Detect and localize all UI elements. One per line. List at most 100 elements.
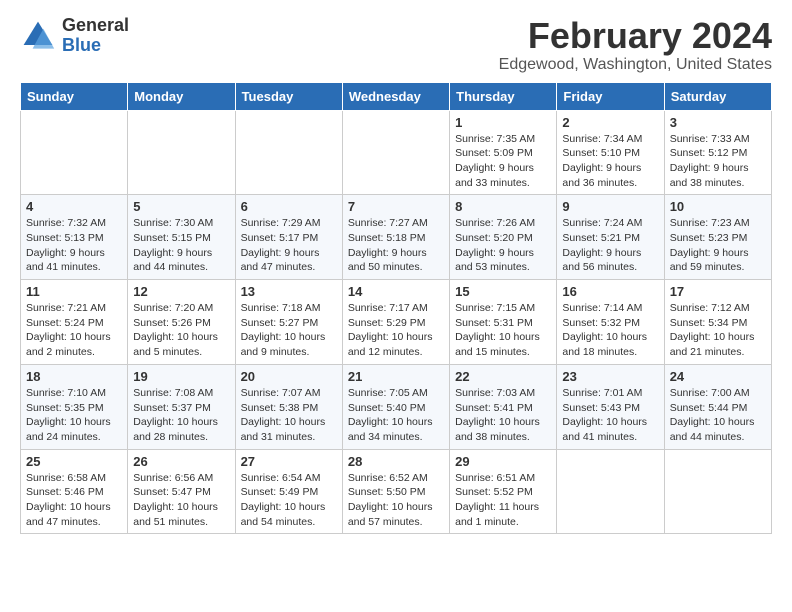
calendar-table: SundayMondayTuesdayWednesdayThursdayFrid… (20, 82, 772, 535)
calendar-cell: 29 Sunrise: 6:51 AM Sunset: 5:52 PM Dayli… (450, 449, 557, 534)
day-info: Sunrise: 7:14 AM Sunset: 5:32 PM Dayligh… (562, 301, 658, 360)
day-info: Sunrise: 6:51 AM Sunset: 5:52 PM Dayligh… (455, 471, 551, 530)
day-info: Sunrise: 6:58 AM Sunset: 5:46 PM Dayligh… (26, 471, 122, 530)
day-info: Sunrise: 7:12 AM Sunset: 5:34 PM Dayligh… (670, 301, 766, 360)
calendar-cell: 2 Sunrise: 7:34 AM Sunset: 5:10 PM Daylig… (557, 110, 664, 195)
day-info: Sunrise: 7:30 AM Sunset: 5:15 PM Dayligh… (133, 216, 229, 275)
day-number: 24 (670, 369, 766, 384)
day-number: 7 (348, 199, 444, 214)
day-of-week-header: Thursday (450, 82, 557, 110)
day-number: 21 (348, 369, 444, 384)
calendar-cell: 23 Sunrise: 7:01 AM Sunset: 5:43 PM Dayli… (557, 364, 664, 449)
calendar-cell: 10Sunrise: 7:23 AM Sunset: 5:23 PM Dayli… (664, 195, 771, 280)
calendar-cell: 27Sunrise: 6:54 AM Sunset: 5:49 PM Dayli… (235, 449, 342, 534)
day-number: 20 (241, 369, 337, 384)
day-number: 25 (26, 454, 122, 469)
day-number: 14 (348, 284, 444, 299)
day-number: 4 (26, 199, 122, 214)
day-number: 29 (455, 454, 551, 469)
day-number: 9 (562, 199, 658, 214)
day-info: Sunrise: 6:52 AM Sunset: 5:50 PM Dayligh… (348, 471, 444, 530)
page-header: General Blue February 2024 Edgewood, Was… (20, 16, 772, 74)
day-number: 13 (241, 284, 337, 299)
calendar-cell: 20 Sunrise: 7:07 AM Sunset: 5:38 PM Dayli… (235, 364, 342, 449)
day-info: Sunrise: 7:27 AM Sunset: 5:18 PM Dayligh… (348, 216, 444, 275)
calendar-cell: 3 Sunrise: 7:33 AM Sunset: 5:12 PM Daylig… (664, 110, 771, 195)
calendar-week-row: 18 Sunrise: 7:10 AM Sunset: 5:35 PM Dayli… (21, 364, 772, 449)
day-info: Sunrise: 7:15 AM Sunset: 5:31 PM Dayligh… (455, 301, 551, 360)
day-info: Sunrise: 7:21 AM Sunset: 5:24 PM Dayligh… (26, 301, 122, 360)
day-number: 10 (670, 199, 766, 214)
calendar-week-row: 11 Sunrise: 7:21 AM Sunset: 5:24 PM Dayli… (21, 280, 772, 365)
logo-general-text: General (62, 15, 129, 35)
day-info: Sunrise: 7:35 AM Sunset: 5:09 PM Dayligh… (455, 132, 551, 191)
calendar-cell: 17 Sunrise: 7:12 AM Sunset: 5:34 PM Dayli… (664, 280, 771, 365)
day-number: 23 (562, 369, 658, 384)
day-number: 22 (455, 369, 551, 384)
day-info: Sunrise: 7:07 AM Sunset: 5:38 PM Dayligh… (241, 386, 337, 445)
month-year-title: February 2024 (499, 16, 772, 56)
calendar-cell: 9 Sunrise: 7:24 AM Sunset: 5:21 PM Daylig… (557, 195, 664, 280)
calendar-body: 1 Sunrise: 7:35 AM Sunset: 5:09 PM Daylig… (21, 110, 772, 534)
calendar-week-row: 1 Sunrise: 7:35 AM Sunset: 5:09 PM Daylig… (21, 110, 772, 195)
day-number: 3 (670, 115, 766, 130)
day-number: 17 (670, 284, 766, 299)
day-number: 6 (241, 199, 337, 214)
calendar-cell: 1 Sunrise: 7:35 AM Sunset: 5:09 PM Daylig… (450, 110, 557, 195)
calendar-cell: 24 Sunrise: 7:00 AM Sunset: 5:44 PM Dayli… (664, 364, 771, 449)
day-of-week-header: Monday (128, 82, 235, 110)
calendar-week-row: 25 Sunrise: 6:58 AM Sunset: 5:46 PM Dayli… (21, 449, 772, 534)
calendar-cell: 14Sunrise: 7:17 AM Sunset: 5:29 PM Dayli… (342, 280, 449, 365)
calendar-cell: 15Sunrise: 7:15 AM Sunset: 5:31 PM Dayli… (450, 280, 557, 365)
day-info: Sunrise: 7:33 AM Sunset: 5:12 PM Dayligh… (670, 132, 766, 191)
day-number: 27 (241, 454, 337, 469)
calendar-cell (21, 110, 128, 195)
day-info: Sunrise: 6:56 AM Sunset: 5:47 PM Dayligh… (133, 471, 229, 530)
calendar-cell: 25 Sunrise: 6:58 AM Sunset: 5:46 PM Dayli… (21, 449, 128, 534)
calendar-cell (664, 449, 771, 534)
calendar-cell: 7 Sunrise: 7:27 AM Sunset: 5:18 PM Daylig… (342, 195, 449, 280)
calendar-cell: 5 Sunrise: 7:30 AM Sunset: 5:15 PM Daylig… (128, 195, 235, 280)
day-info: Sunrise: 7:01 AM Sunset: 5:43 PM Dayligh… (562, 386, 658, 445)
calendar-cell: 8 Sunrise: 7:26 AM Sunset: 5:20 PM Daylig… (450, 195, 557, 280)
day-number: 1 (455, 115, 551, 130)
day-number: 28 (348, 454, 444, 469)
calendar-cell: 16Sunrise: 7:14 AM Sunset: 5:32 PM Dayli… (557, 280, 664, 365)
title-block: February 2024 Edgewood, Washington, Unit… (499, 16, 772, 74)
day-info: Sunrise: 7:34 AM Sunset: 5:10 PM Dayligh… (562, 132, 658, 191)
day-number: 2 (562, 115, 658, 130)
calendar-cell: 18 Sunrise: 7:10 AM Sunset: 5:35 PM Dayli… (21, 364, 128, 449)
day-info: Sunrise: 7:24 AM Sunset: 5:21 PM Dayligh… (562, 216, 658, 275)
logo-icon (20, 18, 56, 54)
calendar-cell: 22 Sunrise: 7:03 AM Sunset: 5:41 PM Dayli… (450, 364, 557, 449)
day-number: 18 (26, 369, 122, 384)
calendar-cell: 13 Sunrise: 7:18 AM Sunset: 5:27 PM Dayli… (235, 280, 342, 365)
calendar-cell (557, 449, 664, 534)
day-info: Sunrise: 7:03 AM Sunset: 5:41 PM Dayligh… (455, 386, 551, 445)
day-number: 19 (133, 369, 229, 384)
day-info: Sunrise: 7:10 AM Sunset: 5:35 PM Dayligh… (26, 386, 122, 445)
logo: General Blue (20, 16, 129, 56)
day-info: Sunrise: 7:20 AM Sunset: 5:26 PM Dayligh… (133, 301, 229, 360)
calendar-cell: 12Sunrise: 7:20 AM Sunset: 5:26 PM Dayli… (128, 280, 235, 365)
days-of-week-row: SundayMondayTuesdayWednesdayThursdayFrid… (21, 82, 772, 110)
day-info: Sunrise: 7:26 AM Sunset: 5:20 PM Dayligh… (455, 216, 551, 275)
day-number: 5 (133, 199, 229, 214)
calendar-cell: 4Sunrise: 7:32 AM Sunset: 5:13 PM Daylig… (21, 195, 128, 280)
day-info: Sunrise: 7:18 AM Sunset: 5:27 PM Dayligh… (241, 301, 337, 360)
calendar-cell: 21 Sunrise: 7:05 AM Sunset: 5:40 PM Dayli… (342, 364, 449, 449)
day-number: 26 (133, 454, 229, 469)
day-info: Sunrise: 7:29 AM Sunset: 5:17 PM Dayligh… (241, 216, 337, 275)
calendar-cell (128, 110, 235, 195)
calendar-week-row: 4Sunrise: 7:32 AM Sunset: 5:13 PM Daylig… (21, 195, 772, 280)
calendar-cell: 6 Sunrise: 7:29 AM Sunset: 5:17 PM Daylig… (235, 195, 342, 280)
day-of-week-header: Friday (557, 82, 664, 110)
calendar-cell (342, 110, 449, 195)
day-number: 8 (455, 199, 551, 214)
day-info: Sunrise: 7:08 AM Sunset: 5:37 PM Dayligh… (133, 386, 229, 445)
day-info: Sunrise: 7:00 AM Sunset: 5:44 PM Dayligh… (670, 386, 766, 445)
day-info: Sunrise: 7:05 AM Sunset: 5:40 PM Dayligh… (348, 386, 444, 445)
day-of-week-header: Wednesday (342, 82, 449, 110)
day-number: 11 (26, 284, 122, 299)
calendar-cell: 26 Sunrise: 6:56 AM Sunset: 5:47 PM Dayli… (128, 449, 235, 534)
